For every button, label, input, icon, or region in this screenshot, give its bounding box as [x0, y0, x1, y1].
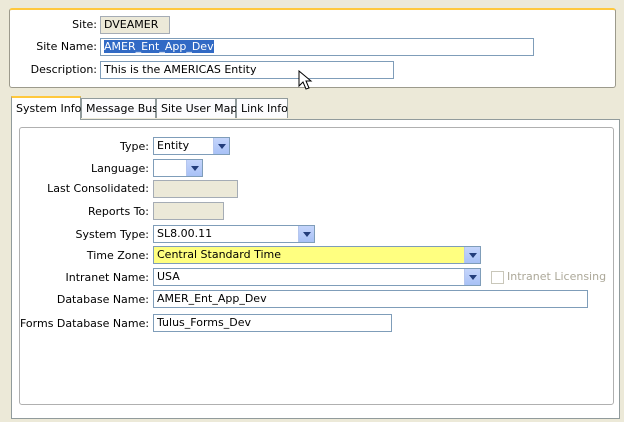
site-field: DVEAMER	[100, 16, 170, 34]
site-name-value: AMER_Ent_App_Dev	[104, 40, 214, 53]
type-value: Entity	[157, 139, 190, 152]
site-name-label: Site Name:	[36, 40, 97, 53]
forms-database-name-input[interactable]: Tulus_Forms_Dev	[153, 314, 392, 332]
language-dropdown[interactable]	[153, 159, 203, 177]
time-zone-label: Time Zone:	[86, 249, 149, 262]
chevron-down-icon[interactable]	[213, 138, 229, 154]
tab-system-info-label: System Info	[16, 102, 82, 115]
last-consolidated-label: Last Consolidated:	[47, 182, 149, 195]
intranet-name-label: Intranet Name:	[65, 271, 150, 284]
language-label: Language:	[91, 162, 149, 175]
tab-link-info[interactable]: Link Info	[236, 98, 288, 118]
intranet-licensing-label: Intranet Licensing	[507, 270, 607, 283]
last-consolidated-field	[153, 180, 238, 198]
reports-to-label: Reports To:	[88, 205, 149, 218]
site-label: Site:	[72, 18, 97, 31]
mouse-cursor-icon	[298, 70, 313, 90]
time-zone-dropdown[interactable]: Central Standard Time	[153, 246, 481, 264]
chevron-down-icon[interactable]	[464, 269, 480, 285]
type-dropdown[interactable]: Entity	[153, 137, 230, 155]
database-name-input[interactable]: AMER_Ent_App_Dev	[153, 290, 588, 308]
tab-link-info-label: Link Info	[241, 102, 288, 115]
system-type-label: System Type:	[75, 228, 150, 241]
tab-site-user-map-label: Site User Map	[161, 102, 238, 115]
system-type-dropdown[interactable]: SL8.00.11	[153, 225, 315, 243]
intranet-licensing-checkbox[interactable]	[491, 271, 504, 284]
tab-site-user-map[interactable]: Site User Map	[156, 98, 238, 118]
time-zone-value: Central Standard Time	[157, 248, 282, 261]
system-type-value: SL8.00.11	[157, 227, 213, 240]
chevron-down-icon[interactable]	[186, 160, 202, 176]
forms-database-name-label: Forms Database Name:	[20, 317, 150, 330]
database-name-label: Database Name:	[56, 293, 149, 306]
tab-message-bus-label: Message Bus	[86, 102, 158, 115]
chevron-down-icon[interactable]	[298, 226, 314, 242]
intranet-name-value: USA	[157, 270, 180, 283]
site-name-input[interactable]: AMER_Ent_App_Dev	[100, 38, 534, 56]
description-input[interactable]: This is the AMERICAS Entity	[100, 61, 394, 79]
type-label: Type:	[120, 140, 149, 153]
tab-system-info[interactable]: System Info	[11, 96, 81, 120]
intranet-name-dropdown[interactable]: USA	[153, 268, 481, 286]
description-label: Description:	[30, 63, 97, 76]
tab-message-bus[interactable]: Message Bus	[81, 98, 158, 118]
reports-to-field	[153, 202, 224, 220]
chevron-down-icon[interactable]	[464, 247, 480, 263]
